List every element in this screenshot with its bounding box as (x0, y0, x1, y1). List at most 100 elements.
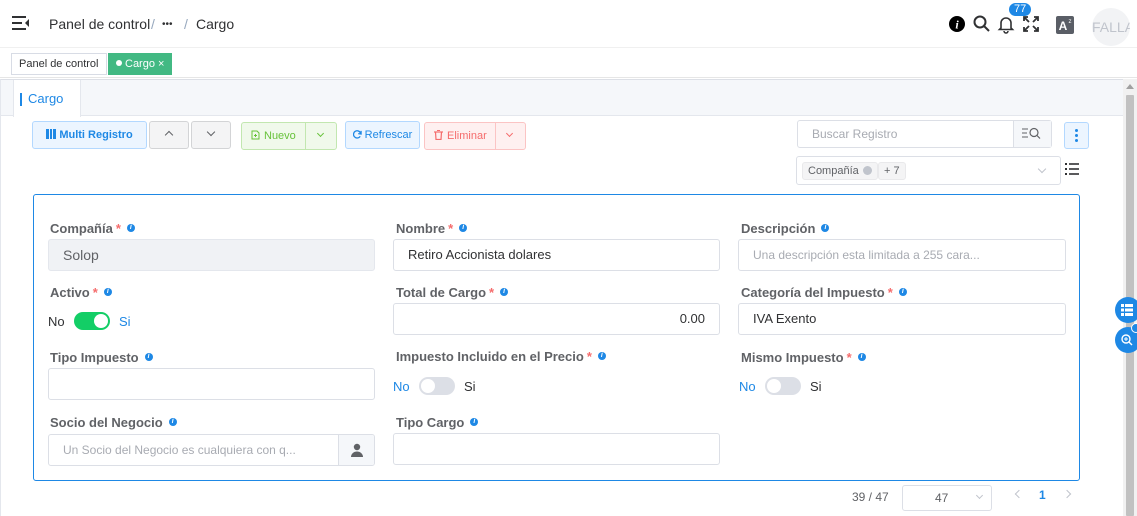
language-icon[interactable]: A z (1055, 15, 1075, 35)
info-icon[interactable]: i (947, 14, 967, 34)
categoria-impuesto-label: Categoría del Impuesto * i (741, 285, 907, 300)
socio-negocio-label: Socio del Negocio i (50, 415, 177, 430)
activo-switch[interactable] (74, 312, 110, 330)
hamburger-menu-icon[interactable] (12, 16, 29, 30)
tipo-impuesto-field[interactable] (48, 368, 375, 400)
filter-tag-close-icon[interactable] (862, 166, 872, 175)
required-mark: * (586, 349, 592, 364)
fullscreen-icon[interactable] (1021, 14, 1041, 34)
side-panel-button[interactable] (1115, 297, 1137, 323)
filter-tag-compania[interactable]: Compañía (802, 162, 878, 180)
eliminar-button[interactable]: Eliminar (424, 122, 526, 150)
tag-panel-de-control[interactable]: Panel de control (11, 53, 107, 75)
user-icon (351, 443, 363, 457)
total-cargo-label: Total de Cargo * i (396, 285, 509, 300)
mismo-impuesto-on-label: Si (810, 379, 822, 394)
nuevo-dropdown-icon[interactable] (316, 129, 325, 138)
mismo-impuesto-label: Mismo Impuesto * i (741, 350, 866, 365)
current-page-number[interactable]: 1 (1039, 488, 1046, 502)
compania-field: Solop (48, 239, 375, 271)
breadcrumb-separator: / (184, 16, 188, 32)
multi-registro-label: Multi Registro (59, 129, 133, 141)
zoom-in-icon (1121, 334, 1133, 346)
search-button[interactable] (1013, 121, 1051, 147)
tag-label: Cargo (125, 58, 155, 70)
breadcrumb-current: Cargo (196, 16, 235, 32)
required-mark: * (115, 221, 121, 236)
nombre-field[interactable]: Retiro Accionista dolares (393, 239, 720, 271)
categoria-impuesto-field[interactable]: IVA Exento (738, 303, 1066, 335)
chevron-up-icon (164, 130, 174, 140)
avatar[interactable]: FALLA (1092, 8, 1130, 46)
split-divider (305, 123, 306, 149)
chevron-down-icon (975, 491, 984, 500)
label-text: Mismo Impuesto (741, 350, 844, 365)
more-options-icon[interactable] (1064, 122, 1089, 149)
field-filter-select[interactable]: Compañía + 7 (796, 156, 1061, 185)
top-navbar: Panel de control / ••• / Cargo i 77 A z … (0, 0, 1137, 48)
nuevo-button[interactable]: Nuevo (241, 122, 337, 150)
info-icon[interactable]: i (168, 418, 177, 426)
mismo-impuesto-switch[interactable] (765, 377, 801, 395)
list-view-icon[interactable] (1065, 163, 1079, 175)
search-list-icon (1022, 127, 1041, 139)
search-input[interactable]: Buscar Registro (797, 120, 1052, 148)
breadcrumb-home[interactable]: Panel de control (49, 16, 150, 32)
filter-tag-more: + 7 (878, 162, 906, 180)
refrescar-button[interactable]: Refrescar (345, 121, 420, 149)
switch-knob (421, 379, 435, 393)
info-icon[interactable]: i (898, 288, 907, 296)
filter-tag-label: Compañía (808, 165, 859, 177)
info-icon[interactable]: i (821, 224, 830, 232)
search-icon[interactable] (972, 14, 992, 34)
breadcrumb-ellipsis[interactable]: ••• (162, 19, 173, 30)
label-text: Categoría del Impuesto (741, 285, 885, 300)
info-icon[interactable]: i (470, 418, 479, 426)
page-size-select[interactable]: 47 (902, 485, 992, 511)
scroll-up-icon[interactable] (1126, 84, 1134, 89)
next-record-button[interactable] (191, 121, 231, 149)
nombre-label: Nombre * i (396, 221, 468, 236)
bell-icon[interactable] (996, 14, 1016, 34)
breadcrumb-separator: / (151, 16, 155, 32)
tags-view: Panel de control Cargo × (0, 48, 1137, 78)
tipo-impuesto-label: Tipo Impuesto i (50, 350, 153, 365)
tipo-cargo-label: Tipo Cargo i (396, 415, 479, 430)
descripcion-field[interactable]: Una descripción esta limitada a 255 cara… (738, 239, 1066, 271)
impuesto-incluido-label: Impuesto Incluido en el Precio * i (396, 349, 606, 364)
search-placeholder: Buscar Registro (812, 127, 898, 141)
active-dot-icon (116, 60, 122, 66)
impuesto-incluido-switch[interactable] (419, 377, 455, 395)
info-icon[interactable]: i (500, 288, 509, 296)
socio-negocio-field[interactable]: Un Socio del Negocio es cualquiera con q… (48, 434, 375, 466)
required-mark: * (92, 285, 98, 300)
impuesto-incluido-on-label: Si (464, 379, 476, 394)
label-text: Tipo Impuesto (50, 350, 139, 365)
trash-icon (434, 130, 443, 141)
info-icon[interactable]: i (126, 224, 135, 232)
eliminar-dropdown-icon[interactable] (505, 129, 514, 138)
socio-search-button[interactable] (338, 435, 374, 465)
label-text: Tipo Cargo (396, 415, 465, 430)
multi-registro-button[interactable]: Multi Registro (32, 121, 147, 149)
chevron-down-icon (1037, 164, 1047, 174)
info-icon[interactable]: i (597, 352, 606, 360)
refrescar-label: Refrescar (364, 129, 413, 141)
split-divider (495, 123, 496, 149)
label-text: Activo (50, 285, 90, 300)
tab-cargo[interactable]: Cargo (13, 80, 81, 117)
tag-cargo[interactable]: Cargo × (108, 53, 173, 75)
info-icon[interactable]: i (144, 353, 153, 361)
page-size-value: 47 (935, 491, 949, 505)
required-mark: * (846, 350, 852, 365)
info-icon[interactable]: i (103, 288, 112, 296)
previous-record-button[interactable] (149, 121, 189, 149)
info-icon[interactable]: i (857, 353, 866, 361)
tag-close-icon[interactable]: × (158, 58, 164, 70)
required-mark: * (448, 221, 454, 236)
svg-text:A: A (1059, 19, 1068, 33)
info-icon[interactable]: i (459, 224, 468, 232)
chevron-down-icon (206, 127, 216, 137)
tipo-cargo-field[interactable] (393, 433, 720, 465)
total-cargo-field[interactable]: 0.00 (393, 303, 720, 335)
